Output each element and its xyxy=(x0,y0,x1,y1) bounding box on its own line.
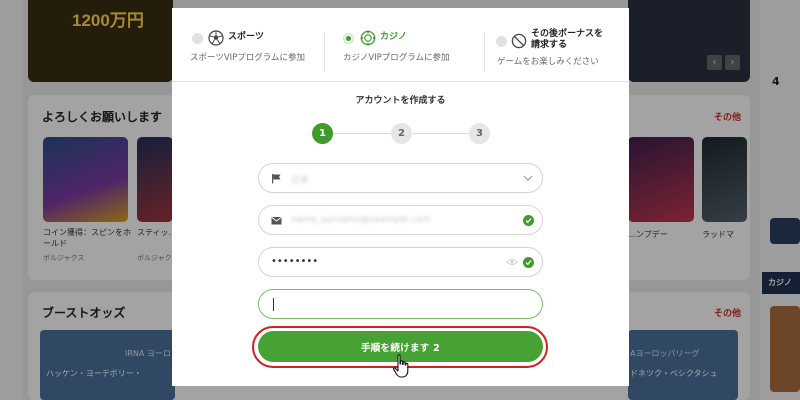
country-value: 日本 xyxy=(291,176,310,186)
country-select[interactable]: 日本 xyxy=(258,163,543,193)
show-password-icon[interactable] xyxy=(506,257,518,267)
bonus-option-title-line2: 請求する xyxy=(531,40,568,50)
bonus-radio-later[interactable] xyxy=(496,36,507,47)
text-caret xyxy=(273,298,274,311)
email-field[interactable]: name_surname@example.com xyxy=(258,205,543,235)
step-indicator: 1 2 3 xyxy=(312,123,492,145)
chevron-down-icon xyxy=(523,175,533,181)
step-connector xyxy=(413,133,469,134)
bonus-selector: スポーツ スポーツVIPプログラムに参加 カジノ カジノVIPプログラムに参加 xyxy=(172,8,629,82)
soccer-ball-icon xyxy=(208,30,224,46)
bonus-option-description: カジノVIPプログラムに参加 xyxy=(343,53,450,63)
create-account-title: アカウントを作成する xyxy=(355,96,446,106)
bonus-option-title: スポーツ xyxy=(228,32,264,42)
flag-icon xyxy=(272,174,281,184)
step-3: 3 xyxy=(469,123,490,144)
email-value: name_surname@example.com xyxy=(291,215,431,225)
valid-check-icon xyxy=(523,215,534,226)
bonus-option-description: ゲームをお楽しみください xyxy=(497,57,599,67)
step-2: 2 xyxy=(391,123,412,144)
valid-check-icon xyxy=(523,257,534,268)
bonus-option-description: スポーツVIPプログラムに参加 xyxy=(190,53,306,63)
no-symbol-icon xyxy=(511,33,527,49)
password-field[interactable]: •••••••• xyxy=(258,247,543,277)
bonus-divider xyxy=(484,32,485,72)
bonus-option-sports[interactable]: スポーツ スポーツVIPプログラムに参加 xyxy=(172,26,322,76)
password-value: •••••••• xyxy=(271,256,319,267)
hand-cursor-icon xyxy=(392,354,409,378)
registration-modal: スポーツ スポーツVIPプログラムに参加 カジノ カジノVIPプログラムに参加 xyxy=(172,8,629,386)
bonus-radio-casino[interactable] xyxy=(343,33,354,44)
envelope-icon xyxy=(271,217,282,225)
step-1: 1 xyxy=(312,123,333,144)
casino-chip-icon xyxy=(360,30,376,46)
bonus-radio-sports[interactable] xyxy=(192,33,203,44)
step-connector xyxy=(333,133,392,134)
bonus-option-title: その後ボーナスを xyxy=(531,29,604,39)
bonus-option-casino[interactable]: カジノ カジノVIPプログラムに参加 xyxy=(332,26,492,76)
bonus-option-later[interactable]: その後ボーナスを 請求する ゲームをお楽しみください xyxy=(492,26,629,76)
bonus-option-title: カジノ xyxy=(380,32,407,42)
bonus-divider xyxy=(324,32,325,72)
text-input-focused[interactable] xyxy=(258,289,543,319)
